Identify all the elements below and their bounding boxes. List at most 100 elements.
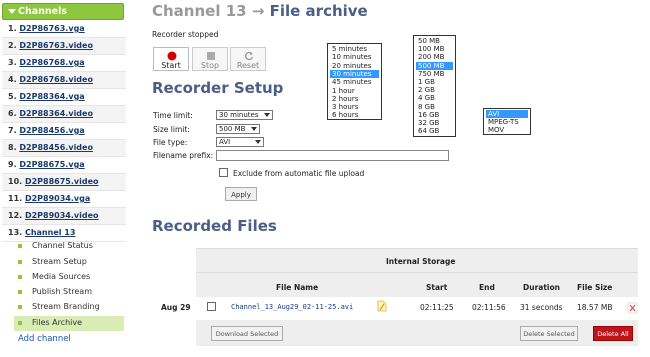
listbox-option[interactable]: 750 MB [416, 70, 453, 78]
listbox-option[interactable]: 2 GB [416, 86, 453, 94]
listbox-option[interactable]: 6 hours [330, 111, 379, 119]
sidebar-channel-item[interactable]: 12. D2P89034.video [2, 208, 126, 225]
filename-prefix-input[interactable] [216, 150, 449, 161]
bullet-icon [18, 275, 22, 279]
listbox-option[interactable]: 3 hours [330, 103, 379, 111]
col-duration: Duration [523, 283, 560, 292]
file-type-label: File type: [153, 138, 188, 147]
listbox-option[interactable]: 500 MB [416, 61, 453, 70]
delete-selected-button[interactable]: Delete Selected [520, 326, 578, 341]
sidebar-channel-name-link[interactable]: D2P88675.vga [19, 160, 84, 169]
reset-label: Reset [236, 61, 260, 70]
listbox-option[interactable]: 64 GB [416, 127, 453, 135]
file-type-select[interactable]: AVI [216, 137, 264, 147]
sidebar-channel-item[interactable]: 6. D2P88364.video [2, 106, 126, 123]
time-limit-select[interactable]: 30 minutes [216, 110, 273, 120]
sidebar-channel-item[interactable]: 5. D2P88364.vga [2, 89, 126, 106]
sidebar-channel-item[interactable]: 3. D2P86768.vga [2, 55, 126, 72]
listbox-option[interactable]: 10 minutes [330, 53, 379, 61]
listbox-option[interactable]: AVI [486, 110, 528, 118]
chevron-down-icon [251, 127, 257, 131]
sidebar-channel-name-link[interactable]: D2P88675.video [25, 177, 99, 186]
listbox-option[interactable]: 5 minutes [330, 45, 379, 53]
size-limit-value: 500 MB [219, 125, 246, 133]
sidebar-subitem[interactable]: Stream Setup [14, 255, 124, 270]
listbox-option[interactable]: 1 hour [330, 87, 379, 95]
sidebar-subitem[interactable]: Publish Stream [14, 285, 124, 300]
sidebar-channel-name-link[interactable]: D2P86763.video [19, 41, 93, 50]
sidebar-channel-name-link[interactable]: D2P86763.vga [19, 24, 84, 33]
bullet-icon [18, 305, 22, 309]
file-icon[interactable] [377, 300, 387, 312]
exclude-upload-checkbox[interactable] [219, 168, 228, 177]
sidebar-channel-label: 10. D2P88675.video [8, 177, 99, 186]
sidebar-channel-item[interactable]: 7. D2P88456.vga [2, 123, 126, 140]
time-limit-label: Time limit: [153, 111, 193, 120]
sidebar-subitem[interactable]: Stream Branding [14, 300, 124, 315]
sidebar-channel-item[interactable]: 9. D2P88675.vga [2, 157, 126, 174]
apply-label: Apply [231, 191, 251, 199]
listbox-option[interactable]: 8 GB [416, 103, 453, 111]
listbox-option[interactable]: 30 minutes [330, 69, 379, 78]
listbox-option[interactable]: 45 minutes [330, 78, 379, 86]
listbox-option[interactable]: 20 minutes [330, 62, 379, 70]
sidebar-channel-label: 12. D2P89034.video [8, 211, 99, 220]
apply-button[interactable]: Apply [225, 187, 257, 201]
sidebar-channel-label: 13. Channel 13 [8, 228, 75, 237]
sidebar-channel-item[interactable]: 1. D2P86763.vga [2, 21, 126, 38]
time-limit-listbox[interactable]: 5 minutes 10 minutes 20 minutes 30 minutes 4… [327, 43, 382, 120]
sidebar-channel-number: 5. [8, 92, 17, 101]
sidebar-channel-name-link[interactable]: Channel 13 [25, 228, 75, 237]
bullet-icon [18, 321, 22, 325]
delete-file-icon[interactable] [627, 302, 638, 314]
sidebar-channel-item[interactable]: 11. D2P89034.vga [2, 191, 126, 208]
channels-header[interactable]: Channels [2, 3, 124, 20]
row-date: Aug 29 [161, 303, 191, 312]
size-limit-listbox[interactable]: 50 MB 100 MB 200 MB 500 MB 750 MB 1 GB 2 GB 4 G… [413, 35, 456, 137]
sidebar-channel-item[interactable]: 4. D2P86768.video [2, 72, 126, 89]
sidebar-channel-name-link[interactable]: D2P88456.vga [19, 126, 84, 135]
sidebar-channel-item[interactable]: 2. D2P86763.video [2, 38, 126, 55]
sidebar-channel-name-link[interactable]: D2P88364.video [19, 109, 93, 118]
listbox-option[interactable]: MPEG-TS [486, 118, 528, 126]
row-file-size: 18.57 MB [577, 303, 613, 312]
sidebar-channel-number: 7. [8, 126, 17, 135]
sidebar-subitem[interactable]: Media Sources [14, 270, 124, 285]
listbox-option[interactable]: 200 MB [416, 53, 453, 61]
listbox-option[interactable]: 1 GB [416, 78, 453, 86]
row-select-checkbox[interactable] [207, 302, 216, 311]
sidebar-channel-name-link[interactable]: D2P89034.vga [25, 194, 90, 203]
stop-button[interactable]: Stop [192, 47, 228, 71]
sidebar-channel-item[interactable]: 8. D2P88456.video [2, 140, 126, 157]
sidebar-channel-item[interactable]: 10. D2P88675.video [2, 174, 126, 191]
row-file-name-link[interactable]: Channel_13_Aug29_02-11-25.avi [231, 303, 353, 311]
sidebar-channel-name-link[interactable]: D2P88456.video [19, 143, 93, 152]
delete-all-button[interactable]: Delete All [593, 326, 633, 341]
file-type-listbox[interactable]: AVI MPEG-TS MOV [483, 108, 531, 135]
download-selected-button[interactable]: Download Selected [211, 326, 283, 341]
listbox-option[interactable]: 2 hours [330, 95, 379, 103]
sidebar-channel-name-link[interactable]: D2P86768.video [19, 75, 93, 84]
recorder-status: Recorder stopped [152, 30, 219, 39]
sidebar-channel-name-link[interactable]: D2P86768.vga [19, 58, 84, 67]
listbox-option[interactable]: 16 GB [416, 111, 453, 119]
sidebar-subitem[interactable]: Files Archive [14, 316, 124, 331]
sidebar-channel-number: 12. [8, 211, 23, 220]
listbox-option[interactable]: 32 GB [416, 119, 453, 127]
listbox-option[interactable]: 4 GB [416, 94, 453, 102]
sidebar-subitem[interactable]: Channel Status [14, 239, 124, 254]
sidebar-channel-name-link[interactable]: D2P88364.vga [19, 92, 84, 101]
listbox-option[interactable]: MOV [486, 126, 528, 134]
sidebar-channel-number: 9. [8, 160, 17, 169]
download-selected-label: Download Selected [215, 330, 279, 338]
start-button[interactable]: Start [153, 47, 189, 71]
listbox-option[interactable]: 50 MB [416, 37, 453, 45]
listbox-option[interactable]: 100 MB [416, 45, 453, 53]
reset-button[interactable]: Reset [230, 47, 266, 71]
sidebar-channel-number: 6. [8, 109, 17, 118]
add-channel-link[interactable]: Add channel [18, 334, 71, 344]
size-limit-select[interactable]: 500 MB [216, 124, 260, 134]
col-start: Start [426, 283, 448, 292]
sidebar-channel-name-link[interactable]: D2P89034.video [25, 211, 99, 220]
sidebar-channel-label: 9. D2P88675.vga [8, 160, 85, 169]
